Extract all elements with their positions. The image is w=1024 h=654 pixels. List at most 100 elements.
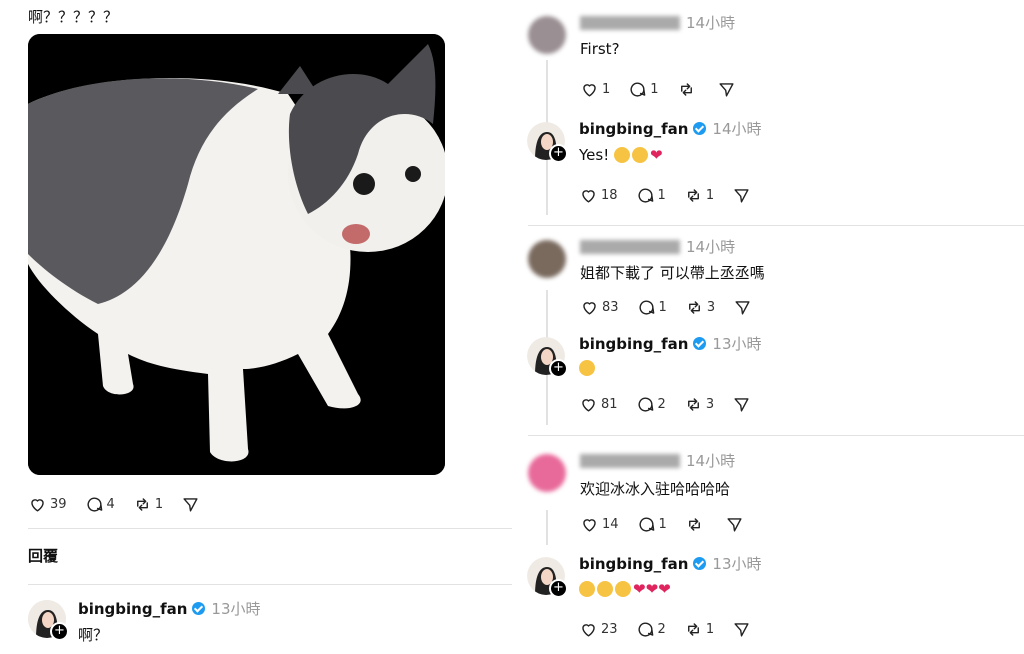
like-button[interactable]: 14 bbox=[580, 515, 619, 534]
verified-icon bbox=[693, 122, 707, 135]
timestamp: 13小時 bbox=[712, 555, 762, 573]
timestamp: 14小時 bbox=[712, 120, 762, 138]
like-button[interactable]: 1 bbox=[580, 80, 610, 99]
like-count: 23 bbox=[601, 622, 618, 637]
comment-actions: 23 2 1 bbox=[579, 620, 769, 639]
repost-button[interactable] bbox=[685, 515, 707, 534]
like-button[interactable]: 23 bbox=[579, 620, 618, 639]
heart-icon bbox=[582, 624, 595, 637]
divider bbox=[528, 435, 1024, 436]
share-button[interactable] bbox=[181, 495, 200, 514]
follow-plus-icon[interactable]: + bbox=[50, 622, 69, 641]
share-button[interactable] bbox=[717, 80, 736, 99]
repost-button[interactable] bbox=[677, 80, 699, 99]
blurred-username[interactable] bbox=[580, 240, 680, 254]
commenter-avatar[interactable] bbox=[528, 240, 566, 278]
heart-icon bbox=[583, 84, 596, 97]
reply-count: 4 bbox=[106, 497, 115, 512]
heart-icon bbox=[583, 302, 596, 315]
share-button[interactable] bbox=[732, 186, 751, 205]
smile-emoji bbox=[614, 147, 631, 163]
reply-button[interactable]: 1 bbox=[636, 186, 666, 205]
thinking-emoji bbox=[579, 360, 595, 376]
divider bbox=[28, 528, 512, 529]
reply-content: Yes! ❤ bbox=[579, 146, 663, 164]
send-icon bbox=[734, 189, 749, 203]
like-button[interactable]: 39 bbox=[28, 495, 67, 514]
blurred-username[interactable] bbox=[580, 454, 680, 468]
heart-icon bbox=[31, 499, 44, 512]
heart-emoji: ❤ bbox=[650, 146, 663, 164]
like-count: 83 bbox=[602, 300, 619, 315]
share-button[interactable] bbox=[732, 620, 751, 639]
heart-emoji: ❤ bbox=[633, 580, 646, 598]
like-count: 18 bbox=[601, 188, 618, 203]
post-image-cat[interactable] bbox=[28, 34, 445, 475]
timestamp: 14小時 bbox=[686, 452, 736, 470]
heart-icon bbox=[583, 519, 596, 532]
post-text: 啊？？？？？ bbox=[28, 8, 119, 26]
reply-count: 1 bbox=[657, 188, 666, 203]
follow-plus-icon[interactable]: + bbox=[549, 579, 568, 598]
pray-emoji bbox=[632, 147, 649, 163]
reply-text: Yes! bbox=[579, 146, 610, 164]
share-button[interactable] bbox=[725, 515, 744, 534]
repost-button[interactable]: 3 bbox=[684, 395, 714, 414]
follow-plus-icon[interactable]: + bbox=[549, 144, 568, 163]
send-icon bbox=[734, 398, 749, 412]
repost-icon bbox=[687, 623, 699, 636]
replies-heading: 回覆 bbox=[28, 547, 59, 565]
username[interactable]: bingbing_fan bbox=[78, 600, 187, 618]
like-button[interactable]: 83 bbox=[580, 298, 619, 317]
blurred-username[interactable] bbox=[580, 16, 680, 30]
like-button[interactable]: 81 bbox=[579, 395, 618, 414]
commenter-avatar[interactable] bbox=[528, 454, 566, 492]
repost-count: 1 bbox=[705, 622, 715, 637]
repost-button[interactable]: 1 bbox=[684, 620, 714, 639]
reply-button[interactable]: 1 bbox=[628, 80, 659, 99]
like-count: 14 bbox=[602, 517, 619, 532]
cat-illustration bbox=[28, 34, 445, 475]
reply-count: 2 bbox=[657, 397, 666, 412]
username[interactable]: bingbing_fan bbox=[579, 335, 688, 353]
author-avatar[interactable]: + bbox=[527, 337, 568, 378]
comment-icon bbox=[630, 82, 646, 97]
heart-icon bbox=[582, 190, 595, 203]
heart-emoji: ❤ bbox=[645, 580, 659, 598]
repost-count: 3 bbox=[705, 397, 715, 412]
verified-icon bbox=[693, 337, 707, 350]
repost-button[interactable]: 1 bbox=[133, 495, 163, 514]
reply-button[interactable]: 2 bbox=[636, 395, 666, 414]
username[interactable]: bingbing_fan bbox=[579, 120, 688, 138]
author-avatar[interactable]: + bbox=[28, 600, 69, 641]
author-avatar[interactable]: + bbox=[527, 122, 568, 163]
username[interactable]: bingbing_fan bbox=[579, 555, 688, 573]
comment-header: 14小時 bbox=[580, 236, 735, 257]
comment-icon bbox=[639, 300, 654, 315]
like-count: 81 bbox=[601, 397, 618, 412]
share-button[interactable] bbox=[732, 395, 751, 414]
reply-button[interactable]: 1 bbox=[637, 515, 667, 534]
send-icon bbox=[719, 83, 734, 97]
reply-count: 2 bbox=[657, 622, 666, 637]
repost-button[interactable]: 1 bbox=[684, 186, 714, 205]
share-button[interactable] bbox=[733, 298, 752, 317]
comment-header: 14小時 bbox=[580, 12, 735, 33]
timestamp: 14小時 bbox=[686, 14, 736, 32]
comment-icon bbox=[639, 517, 654, 532]
author-avatar[interactable]: + bbox=[527, 557, 568, 598]
like-button[interactable]: 18 bbox=[579, 186, 618, 205]
send-icon bbox=[727, 518, 742, 532]
follow-plus-icon[interactable]: + bbox=[549, 359, 568, 378]
comment-text: 啊？ bbox=[78, 626, 109, 644]
reply-button[interactable]: 4 bbox=[85, 495, 115, 514]
reply-header: bingbing_fan 13小時 bbox=[579, 333, 762, 354]
hugging-emoji bbox=[579, 581, 595, 597]
repost-button[interactable]: 3 bbox=[685, 298, 715, 317]
repost-count: 1 bbox=[154, 497, 164, 512]
reply-button[interactable]: 1 bbox=[637, 298, 667, 317]
comment-actions: 14 1 bbox=[580, 515, 762, 534]
reply-content bbox=[579, 359, 597, 377]
reply-button[interactable]: 2 bbox=[636, 620, 666, 639]
commenter-avatar[interactable] bbox=[528, 16, 566, 54]
